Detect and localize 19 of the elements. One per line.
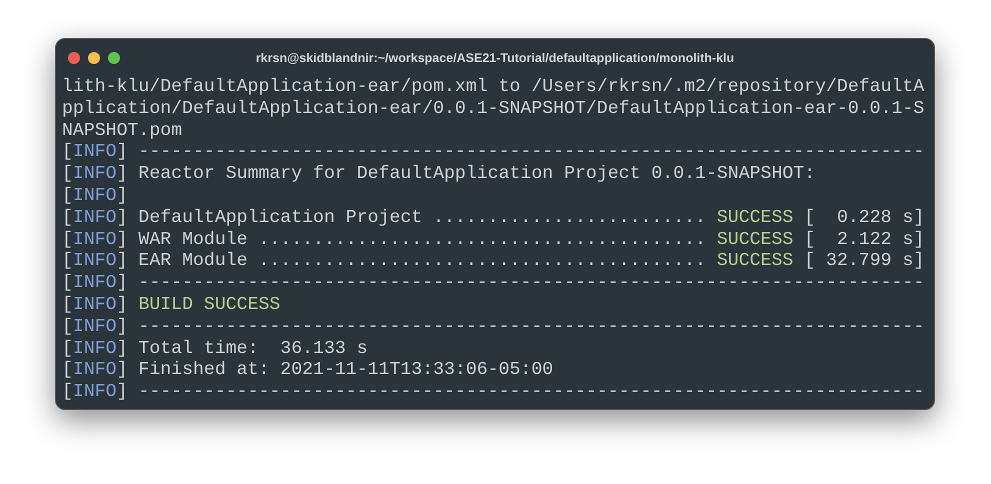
terminal-line: [INFO] Reactor Summary for DefaultApplication Project 0.0.1-SNAPSHOT: [62, 164, 816, 186]
terminal-line: [INFO] DefaultApplication Project ......................... SUCCESS [ 0.228 s] [62, 208, 924, 230]
terminal-line: [INFO] [62, 186, 128, 208]
terminal-line: [INFO] BUILD SUCCESS [62, 294, 280, 317]
terminal-line: [INFO] ------------------------------------------------------------------------ [62, 316, 924, 339]
terminal-line: [INFO] ------------------------------------------------------------------------ [62, 382, 924, 404]
terminal-line: [INFO] Total time: 36.133 s [62, 338, 368, 360]
terminal-line: pplication/DefaultApplication-ear/0.0.1-SNAPSHOT/DefaultApplication-ear-0.0.1-S [62, 98, 924, 121]
maximize-icon[interactable] [108, 52, 120, 64]
terminal-line: [INFO] EAR Module ......................................... SUCCESS [ 32.799 s] [62, 251, 924, 274]
close-icon[interactable] [68, 52, 80, 64]
terminal-line: lith-klu/DefaultApplication-ear/pom.xml to /Users/rkrsn/.m2/repository/DefaultA [62, 77, 924, 99]
terminal-line: NAPSHOT.pom [62, 120, 182, 142]
minimize-icon[interactable] [88, 52, 100, 64]
terminal-line: [INFO] ------------------------------------------------------------------------ [62, 142, 924, 164]
terminal-line: [INFO] ------------------------------------------------------------------------ [62, 273, 924, 295]
terminal-line: [INFO] Finished at: 2021-11-11T13:33:06-05:00 [62, 360, 554, 382]
terminal-line: [INFO] WAR Module ......................................... SUCCESS [ 2.122 s] [62, 230, 924, 252]
window-title: rkrsn@skidblandnir:~/workspace/ASE21-Tutorial/defaultapplication/monolith-klu [256, 50, 734, 64]
